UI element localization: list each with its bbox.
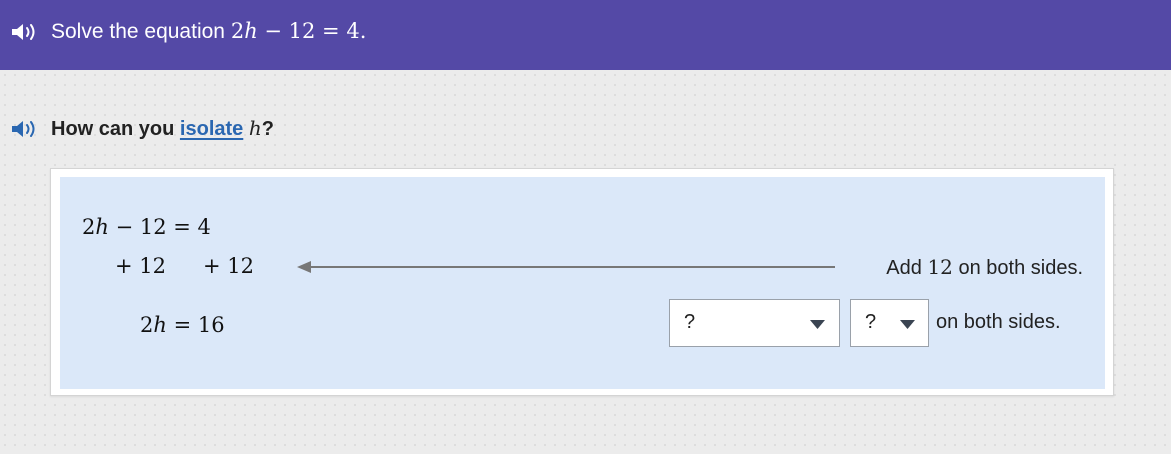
number-dropdown[interactable]: ? <box>850 299 929 347</box>
question-suffix: ? <box>261 118 274 140</box>
step-2-explanation: on both sides. <box>936 311 1061 333</box>
operation-dropdown[interactable]: ? <box>669 299 840 347</box>
equation-line-1: 2h − 12 = 4 <box>82 215 211 239</box>
prompt-label: Solve the equation <box>51 20 225 43</box>
equation-line-3: 2h = 16 <box>140 313 225 337</box>
operation-dropdown-value: ? <box>684 311 696 333</box>
number-dropdown-value: ? <box>865 311 877 333</box>
left-arrow-icon <box>297 261 835 273</box>
speaker-icon[interactable] <box>10 21 38 43</box>
caret-down-icon <box>900 320 915 329</box>
question-variable: h <box>248 116 262 140</box>
prompt-header: Solve the equation 2h − 12 = 4. <box>0 0 1171 70</box>
question-prefix: How can you <box>51 118 175 140</box>
speaker-icon[interactable] <box>10 118 38 140</box>
prompt-text: Solve the equation 2h − 12 = 4. <box>51 17 366 46</box>
question-text: How can you isolate h? <box>51 114 274 143</box>
work-card: 2h − 12 = 4 + 12 + 12 Add 12 on both sid… <box>50 168 1114 396</box>
equation-line-2-left: + 12 <box>115 254 166 278</box>
prompt-equation: 2h − 12 = 4. <box>230 19 367 43</box>
work-panel: 2h − 12 = 4 + 12 + 12 Add 12 on both sid… <box>60 177 1105 389</box>
isolate-link[interactable]: isolate <box>180 118 243 140</box>
step-1-explanation: Add 12 on both sides. <box>886 255 1083 279</box>
caret-down-icon <box>810 320 825 329</box>
equation-line-2-right: + 12 <box>203 254 254 278</box>
